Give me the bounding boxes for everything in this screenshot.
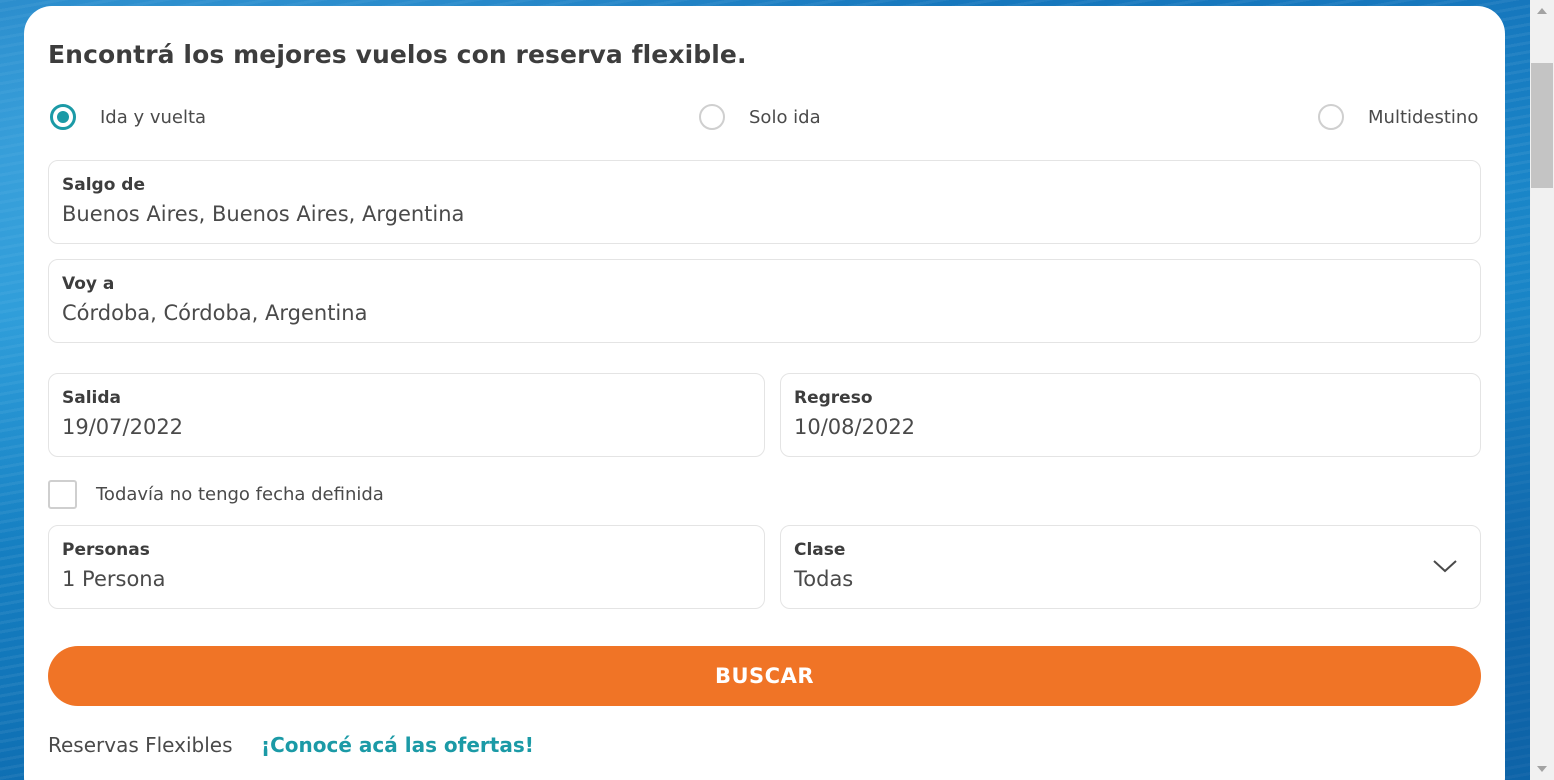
return-date-field[interactable]: Regreso 10/08/2022 bbox=[780, 373, 1481, 457]
cabin-class-select[interactable]: Clase Todas bbox=[780, 525, 1481, 609]
destination-label: Voy a bbox=[62, 274, 115, 294]
no-date-label: Todavía no tengo fecha definida bbox=[96, 484, 384, 505]
cabin-class-label: Clase bbox=[794, 540, 846, 560]
departure-label: Salida bbox=[62, 388, 122, 408]
scrollbar-thumb[interactable] bbox=[1531, 63, 1553, 188]
trip-type-round-trip-radio[interactable]: Ida y vuelta bbox=[50, 104, 206, 130]
passengers-field[interactable]: Personas 1 Persona bbox=[48, 525, 765, 609]
origin-field[interactable]: Salgo de Buenos Aires, Buenos Aires, Arg… bbox=[48, 160, 1481, 244]
form-title: Encontrá los mejores vuelos con reserva … bbox=[48, 40, 747, 69]
no-date-checkbox-row[interactable]: Todavía no tengo fecha definida bbox=[48, 480, 384, 509]
trip-type-one-way-radio[interactable]: Solo ida bbox=[699, 104, 821, 130]
chevron-down-icon bbox=[1433, 560, 1457, 573]
departure-date-field[interactable]: Salida 19/07/2022 bbox=[48, 373, 765, 457]
scroll-up-arrow-icon[interactable] bbox=[1537, 8, 1547, 14]
scroll-down-arrow-icon[interactable] bbox=[1537, 766, 1547, 772]
vertical-scrollbar[interactable] bbox=[1530, 0, 1554, 780]
passengers-label: Personas bbox=[62, 540, 150, 560]
trip-type-round-trip-label: Ida y vuelta bbox=[100, 106, 207, 128]
flight-search-card: Encontrá los mejores vuelos con reserva … bbox=[24, 6, 1505, 780]
departure-value: 19/07/2022 bbox=[62, 415, 184, 439]
cabin-class-value: Todas bbox=[794, 567, 854, 591]
destination-value: Córdoba, Córdoba, Argentina bbox=[62, 301, 368, 325]
radio-checked-icon bbox=[50, 104, 76, 130]
trip-type-one-way-label: Solo ida bbox=[749, 106, 821, 128]
passengers-value: 1 Persona bbox=[62, 567, 166, 591]
destination-field[interactable]: Voy a Córdoba, Córdoba, Argentina bbox=[48, 259, 1481, 343]
return-value: 10/08/2022 bbox=[794, 415, 916, 439]
trip-type-multi-destination-label: Multidestino bbox=[1368, 106, 1479, 128]
radio-unchecked-icon bbox=[1318, 104, 1344, 130]
origin-label: Salgo de bbox=[62, 175, 146, 195]
radio-unchecked-icon bbox=[699, 104, 725, 130]
search-button[interactable]: BUSCAR bbox=[48, 646, 1481, 706]
origin-value: Buenos Aires, Buenos Aires, Argentina bbox=[62, 202, 465, 226]
trip-type-multi-destination-radio[interactable]: Multidestino bbox=[1318, 104, 1478, 130]
flexible-bookings-text: Reservas Flexibles bbox=[48, 733, 233, 757]
return-label: Regreso bbox=[794, 388, 873, 408]
no-date-checkbox[interactable] bbox=[48, 480, 77, 509]
offers-link[interactable]: ¡Conocé acá las ofertas! bbox=[261, 733, 534, 757]
